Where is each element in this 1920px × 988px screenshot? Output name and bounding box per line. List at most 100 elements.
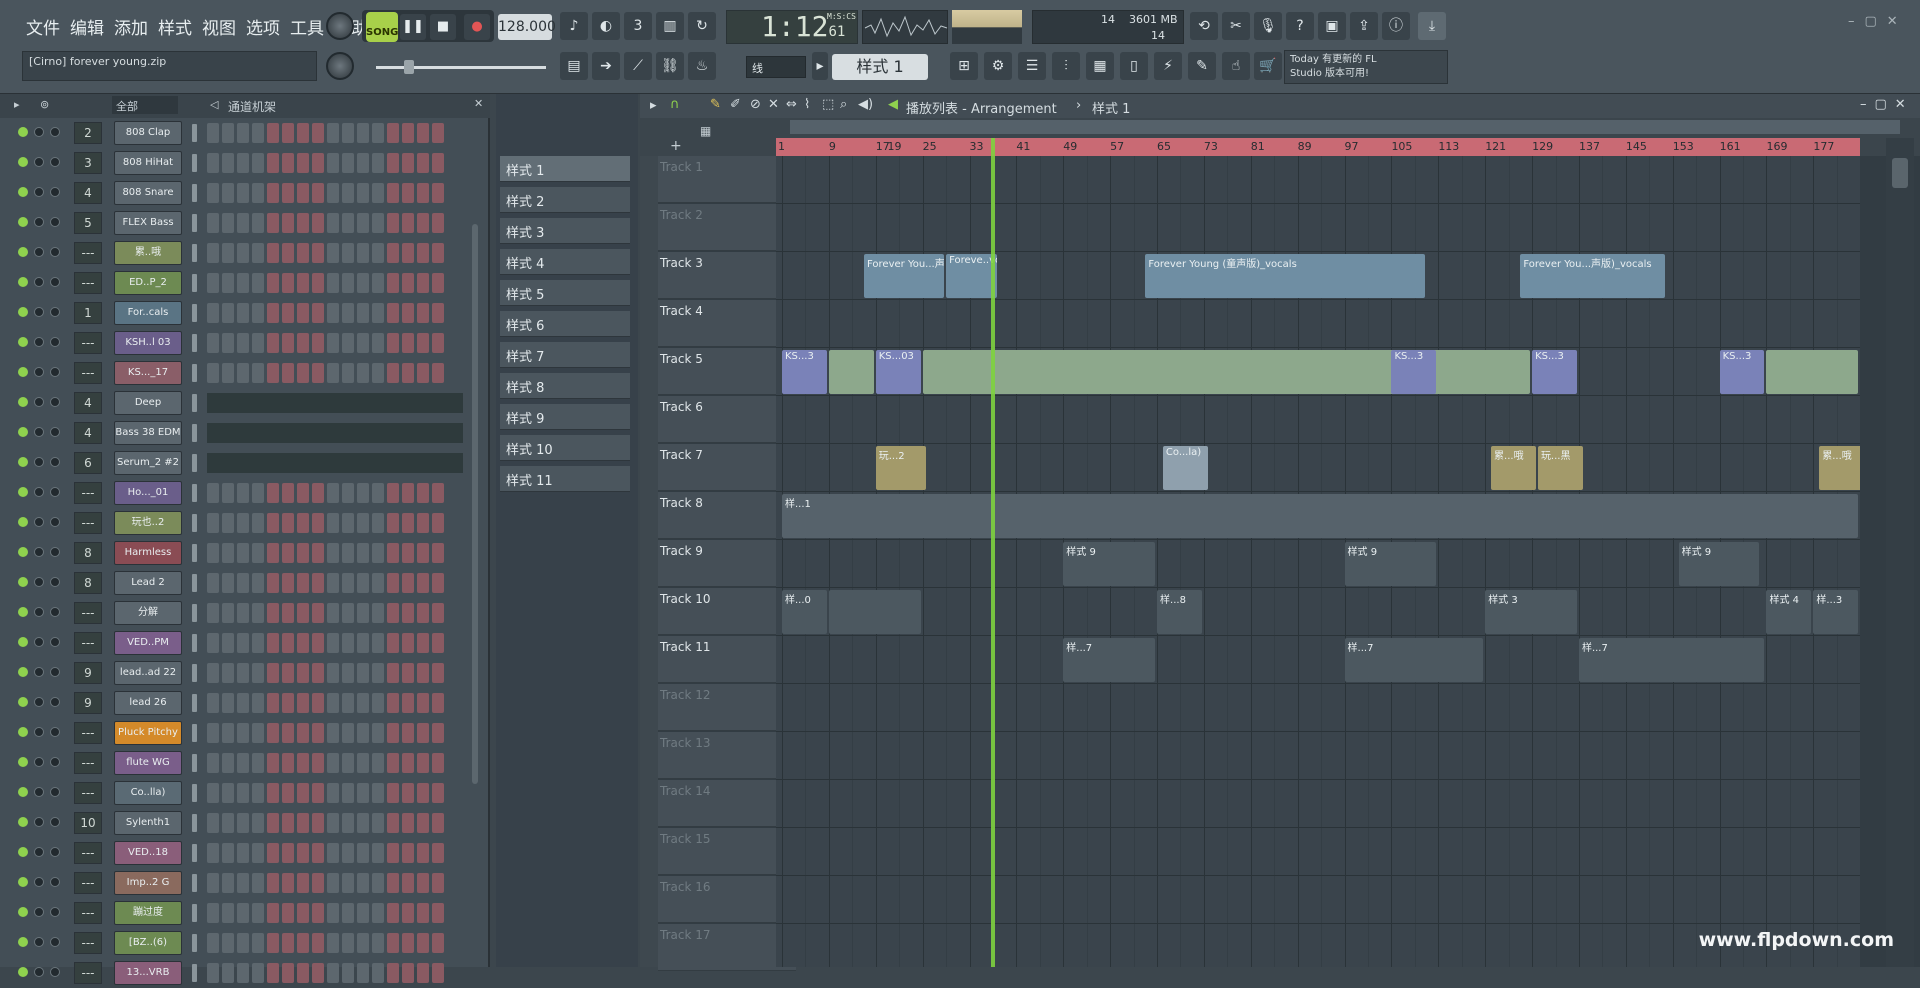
file-icon[interactable]: ▯ — [1120, 52, 1148, 80]
step-button[interactable] — [327, 963, 339, 983]
step-button[interactable] — [282, 243, 294, 263]
step-button[interactable] — [267, 363, 279, 383]
channel-select[interactable] — [192, 274, 197, 292]
step-button[interactable] — [327, 933, 339, 953]
step-button[interactable] — [267, 813, 279, 833]
step-button[interactable] — [357, 483, 369, 503]
step-button[interactable] — [342, 633, 354, 653]
step-button[interactable] — [342, 513, 354, 533]
volume-knob-icon[interactable] — [50, 397, 60, 407]
close-icon[interactable]: ✕ — [474, 97, 483, 110]
channel-row[interactable]: 8Harmless — [0, 538, 480, 568]
step-button[interactable] — [297, 273, 309, 293]
step-button[interactable] — [417, 333, 429, 353]
channel-name-button[interactable]: 分解 — [114, 601, 182, 625]
step-button[interactable] — [417, 663, 429, 683]
step-button[interactable] — [207, 753, 219, 773]
volume-knob-icon[interactable] — [50, 847, 60, 857]
step-button[interactable] — [327, 693, 339, 713]
volume-knob-icon[interactable] — [50, 907, 60, 917]
playlist-clip[interactable]: KS...3 — [1391, 350, 1436, 394]
step-button[interactable] — [357, 873, 369, 893]
step-button[interactable] — [327, 543, 339, 563]
zoom-icon[interactable]: ⌕ — [840, 97, 847, 112]
step-button[interactable] — [327, 123, 339, 143]
channel-select[interactable] — [192, 904, 197, 922]
channel-name-button[interactable]: lead 26 — [114, 691, 182, 715]
step-button[interactable] — [222, 573, 234, 593]
step-button[interactable] — [417, 963, 429, 983]
channel-mixer-track[interactable]: --- — [74, 242, 102, 264]
info-icon[interactable]: ⓘ — [1382, 12, 1410, 40]
step-button[interactable] — [267, 123, 279, 143]
step-button[interactable] — [402, 573, 414, 593]
step-button[interactable] — [252, 483, 264, 503]
volume-knob-icon[interactable] — [50, 817, 60, 827]
step-button[interactable] — [297, 183, 309, 203]
pattern-item[interactable]: 样式 10 — [500, 435, 630, 461]
step-button[interactable] — [267, 603, 279, 623]
step-button[interactable] — [327, 753, 339, 773]
pan-knob-icon[interactable] — [34, 217, 44, 227]
step-button[interactable] — [237, 753, 249, 773]
channel-select[interactable] — [192, 394, 197, 412]
pan-knob-icon[interactable] — [34, 337, 44, 347]
overview-strip[interactable] — [790, 120, 1900, 134]
channel-row[interactable]: ---flute WG — [0, 748, 480, 778]
channel-row[interactable]: ---Pluck Pitchy — [0, 718, 480, 748]
volume-knob-icon[interactable] — [50, 757, 60, 767]
step-button[interactable] — [267, 543, 279, 563]
step-button[interactable] — [417, 843, 429, 863]
step-button[interactable] — [222, 843, 234, 863]
step-button[interactable] — [297, 153, 309, 173]
playlist-clip[interactable]: 样式 4 — [1766, 590, 1811, 634]
volume-knob-icon[interactable] — [50, 247, 60, 257]
playlist-clip[interactable]: 样...7 — [1579, 638, 1765, 682]
pattern-item[interactable]: 样式 8 — [500, 373, 630, 399]
step-button[interactable] — [327, 273, 339, 293]
step-button[interactable] — [417, 933, 429, 953]
step-button[interactable] — [312, 843, 324, 863]
channel-row[interactable]: 10Sylenth1 — [0, 808, 480, 838]
step-button[interactable] — [387, 363, 399, 383]
channel-mixer-track[interactable]: --- — [74, 722, 102, 744]
step-button[interactable] — [342, 903, 354, 923]
step-button[interactable] — [222, 153, 234, 173]
step-button[interactable] — [387, 303, 399, 323]
step-button[interactable] — [282, 753, 294, 773]
step-button[interactable] — [342, 873, 354, 893]
step-button[interactable] — [312, 573, 324, 593]
step-button[interactable] — [252, 753, 264, 773]
playlist-clip[interactable] — [829, 590, 921, 634]
volume-knob-icon[interactable] — [50, 187, 60, 197]
step-button[interactable] — [237, 543, 249, 563]
step-button[interactable] — [267, 273, 279, 293]
step-button[interactable] — [207, 153, 219, 173]
step-button[interactable] — [372, 333, 384, 353]
channel-led-icon[interactable] — [18, 727, 28, 737]
step-button[interactable] — [327, 153, 339, 173]
menu-item-4[interactable]: 视图 — [200, 14, 238, 39]
step-button[interactable] — [237, 903, 249, 923]
channel-led-icon[interactable] — [18, 217, 28, 227]
volume-knob-icon[interactable] — [50, 577, 60, 587]
help-icon[interactable]: ? — [1286, 12, 1314, 40]
step-button[interactable] — [297, 213, 309, 233]
step-button[interactable] — [372, 603, 384, 623]
step-button[interactable] — [237, 663, 249, 683]
step-button[interactable] — [402, 123, 414, 143]
step-button[interactable] — [357, 213, 369, 233]
step-button[interactable] — [297, 873, 309, 893]
channel-select[interactable] — [192, 364, 197, 382]
step-button[interactable] — [267, 303, 279, 323]
step-button[interactable] — [357, 723, 369, 743]
step-button[interactable] — [417, 813, 429, 833]
step-button[interactable] — [387, 243, 399, 263]
step-button[interactable] — [207, 573, 219, 593]
channel-row[interactable]: 1For..cals — [0, 298, 480, 328]
step-button[interactable] — [417, 243, 429, 263]
step-button[interactable] — [267, 213, 279, 233]
channel-select[interactable] — [192, 934, 197, 952]
pan-knob-icon[interactable] — [34, 277, 44, 287]
step-button[interactable] — [312, 303, 324, 323]
